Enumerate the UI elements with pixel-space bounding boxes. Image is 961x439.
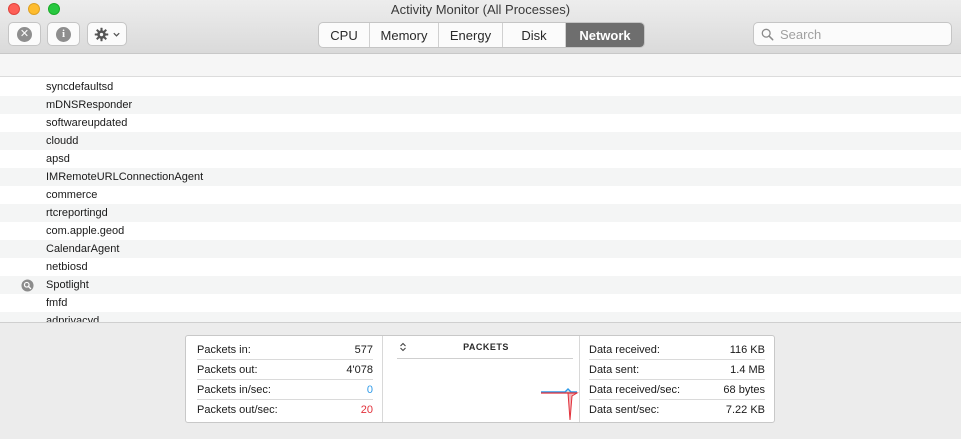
- process-table[interactable]: syncdefaultsd mDNSResponder softwareupda…: [0, 54, 961, 323]
- activity-monitor-window: Activity Monitor (All Processes) ✕ i CPU…: [0, 0, 961, 439]
- packets-stats: Packets in: 577 Packets out: 4'078 Packe…: [197, 340, 373, 420]
- stat-label: Packets in:: [197, 344, 251, 356]
- x-circle-icon: ✕: [17, 26, 32, 42]
- tab-cpu[interactable]: CPU: [319, 23, 370, 47]
- stat-label: Data sent:: [589, 364, 640, 376]
- stat-packets-out-per-sec: Packets out/sec: 20: [197, 400, 373, 420]
- stat-value: 20: [360, 404, 373, 416]
- network-summary-panel: Packets in: 577 Packets out: 4'078 Packe…: [185, 335, 775, 423]
- table-row[interactable]: fmfd: [0, 294, 961, 312]
- stat-value: 1.4 MB: [730, 364, 765, 376]
- stat-label: Data received:: [589, 344, 660, 356]
- packets-graph[interactable]: PACKETS: [393, 336, 579, 422]
- search-icon: [761, 28, 774, 41]
- process-name: IMRemoteURLConnectionAgent: [46, 171, 204, 183]
- packets-sparkline: [541, 388, 579, 421]
- view-tabs: CPU Memory Energy Disk Network: [318, 22, 645, 48]
- stat-label: Data sent/sec:: [589, 404, 660, 416]
- table-row[interactable]: apsd: [0, 150, 961, 168]
- process-name: fmfd: [46, 297, 68, 309]
- network-summary-area: Packets in: 577 Packets out: 4'078 Packe…: [0, 323, 961, 439]
- process-name: syncdefaultsd: [46, 81, 114, 93]
- packets-in-line: [541, 388, 577, 393]
- info-circle-icon: i: [56, 26, 71, 42]
- tab-energy[interactable]: Energy: [439, 23, 503, 47]
- stat-value: 116 KB: [729, 344, 765, 356]
- window-title: Activity Monitor (All Processes): [390, 2, 571, 17]
- process-name: rtcreportingd: [46, 207, 108, 219]
- panel-divider: [579, 336, 580, 422]
- panel-divider: [382, 336, 383, 422]
- chevron-down-icon: [112, 32, 120, 37]
- process-name: netbiosd: [46, 261, 88, 273]
- stat-data-received-per-sec: Data received/sec: 68 bytes: [589, 380, 765, 400]
- tab-disk[interactable]: Disk: [503, 23, 566, 47]
- toolbar: Activity Monitor (All Processes) ✕ i CPU…: [0, 0, 961, 54]
- table-row[interactable]: mDNSResponder: [0, 96, 961, 114]
- process-name: softwareupdated: [46, 117, 128, 129]
- stat-label: Packets out:: [197, 364, 258, 376]
- process-name: Spotlight: [46, 279, 89, 291]
- table-header[interactable]: [0, 54, 961, 77]
- stat-packets-out: Packets out: 4'078: [197, 360, 373, 380]
- search-field[interactable]: [753, 22, 952, 46]
- process-name: apsd: [46, 153, 70, 165]
- table-row[interactable]: syncdefaultsd: [0, 78, 961, 96]
- table-row[interactable]: cloudd: [0, 132, 961, 150]
- table-row[interactable]: CalendarAgent: [0, 240, 961, 258]
- stat-data-sent: Data sent: 1.4 MB: [589, 360, 765, 380]
- tab-network[interactable]: Network: [566, 23, 644, 47]
- stat-packets-in: Packets in: 577: [197, 340, 373, 360]
- table-row[interactable]: com.apple.geod: [0, 222, 961, 240]
- data-stats: Data received: 116 KB Data sent: 1.4 MB …: [589, 340, 765, 420]
- packets-out-area: [565, 392, 579, 421]
- stat-value: 4'078: [346, 364, 373, 376]
- gear-icon: [94, 27, 108, 41]
- table-row[interactable]: softwareupdated: [0, 114, 961, 132]
- table-row[interactable]: IMRemoteURLConnectionAgent: [0, 168, 961, 186]
- stat-label: Packets out/sec:: [197, 404, 278, 416]
- process-name: com.apple.geod: [46, 225, 125, 237]
- table-row[interactable]: rtcreportingd: [0, 204, 961, 222]
- spotlight-icon: [21, 279, 34, 292]
- stat-value: 7.22 KB: [725, 404, 765, 416]
- process-name: CalendarAgent: [46, 243, 120, 255]
- process-name: mDNSResponder: [46, 99, 133, 111]
- stat-value: 68 bytes: [723, 384, 765, 396]
- stat-label: Data received/sec:: [589, 384, 681, 396]
- process-name: adprivacyd: [46, 315, 100, 323]
- process-list: syncdefaultsd mDNSResponder softwareupda…: [0, 77, 961, 323]
- inspect-process-button[interactable]: i: [47, 22, 80, 46]
- stat-data-received: Data received: 116 KB: [589, 340, 765, 360]
- stat-packets-in-per-sec: Packets in/sec: 0: [197, 380, 373, 400]
- process-name: cloudd: [46, 135, 79, 147]
- stat-data-sent-per-sec: Data sent/sec: 7.22 KB: [589, 400, 765, 420]
- stat-label: Packets in/sec:: [197, 384, 271, 396]
- quit-process-button[interactable]: ✕: [8, 22, 41, 46]
- process-name: commerce: [46, 189, 98, 201]
- stat-value: 0: [366, 384, 373, 396]
- search-input[interactable]: [780, 26, 945, 42]
- stat-value: 577: [354, 344, 373, 356]
- table-row[interactable]: adprivacyd: [0, 312, 961, 323]
- table-row[interactable]: Spotlight: [0, 276, 961, 294]
- table-row[interactable]: netbiosd: [0, 258, 961, 276]
- table-row[interactable]: commerce: [0, 186, 961, 204]
- gear-menu-button[interactable]: [87, 22, 127, 46]
- tab-memory[interactable]: Memory: [370, 23, 439, 47]
